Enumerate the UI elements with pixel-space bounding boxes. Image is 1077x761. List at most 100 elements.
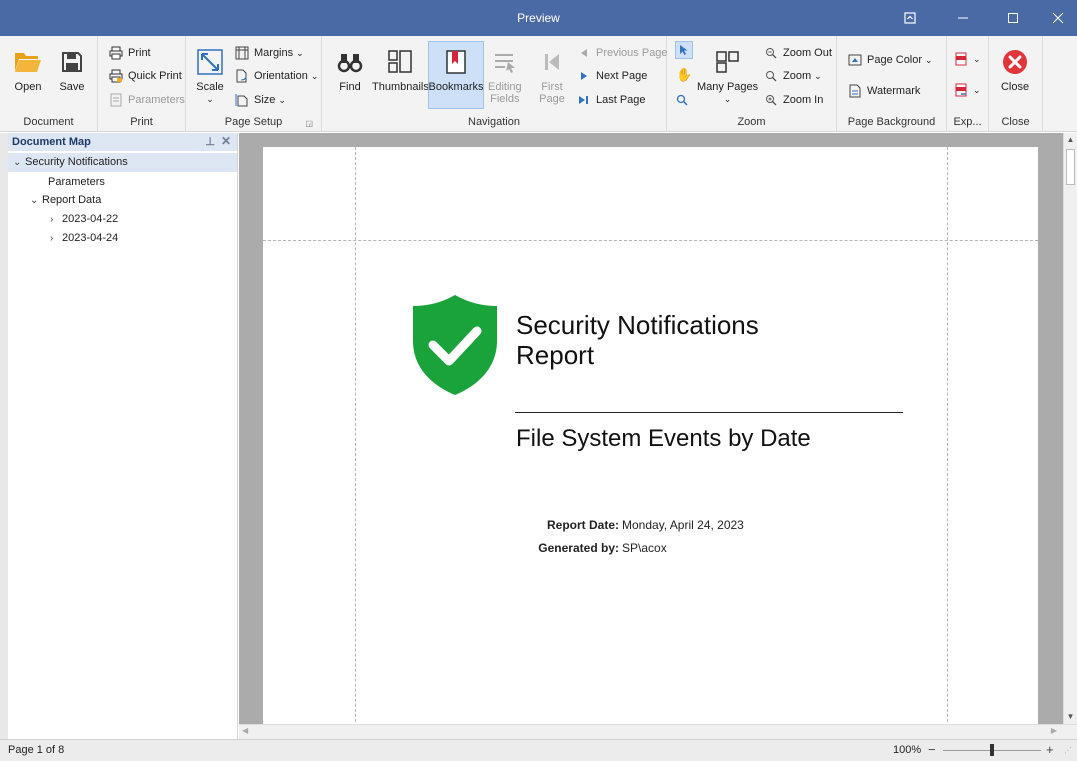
report-date-label: Report Date: — [546, 518, 619, 532]
tree-item-2023-04-22[interactable]: › 2023-04-22 — [50, 210, 118, 229]
zoom-in-button[interactable]: Zoom In — [763, 91, 823, 109]
ribbon-options-icon — [904, 12, 916, 24]
generated-by-label: Generated by: — [538, 541, 619, 555]
close-group: Close Close — [989, 36, 1043, 132]
page-color-button[interactable]: Page Color ⌄ — [847, 51, 933, 69]
export-group-label: Exp... — [953, 116, 982, 128]
zoom-in-label: Zoom In — [783, 94, 824, 106]
save-button[interactable]: Save — [56, 46, 88, 93]
tree-item-label: Security Notifications — [25, 156, 128, 168]
navigation-group: Find Thumbnails Bookmarks Editing Fields — [322, 36, 668, 132]
chevron-down-icon: ⌄ — [723, 94, 732, 104]
chevron-down-icon[interactable]: ⌄ — [30, 191, 42, 210]
dialog-launcher-icon[interactable]: ◲ — [305, 119, 313, 128]
chevron-right-icon[interactable]: › — [50, 229, 62, 248]
orientation-button[interactable]: Orientation ⌄ — [234, 67, 318, 85]
tree-item-security-notifications[interactable]: ⌄ Security Notifications — [8, 153, 237, 172]
export-button[interactable]: ⌄ — [953, 50, 981, 68]
ribbon-display-options-button[interactable] — [887, 0, 933, 36]
page-setup-group-label: Page Setup — [224, 116, 283, 128]
many-pages-button[interactable]: Many Pages ⌄ — [697, 46, 758, 105]
vertical-scrollbar[interactable]: ▲ ▼ — [1063, 133, 1077, 724]
chevron-down-icon: ⌄ — [310, 70, 319, 81]
vertical-scroll-thumb[interactable] — [1066, 149, 1075, 185]
maximize-button[interactable] — [990, 0, 1036, 36]
first-page-icon — [536, 46, 568, 78]
zoom-out-button[interactable]: Zoom Out — [763, 44, 832, 62]
magnifier-tool-button[interactable] — [676, 91, 688, 109]
size-button[interactable]: Size ⌄ — [234, 91, 286, 109]
margins-button[interactable]: Margins ⌄ — [234, 44, 304, 62]
zoom-label: Zoom — [783, 70, 812, 82]
previous-page-button[interactable]: Previous Page — [576, 44, 668, 62]
margin-guide-right — [947, 147, 948, 724]
left-edge-strip — [0, 133, 8, 739]
close-circle-icon — [999, 46, 1031, 78]
pointer-tool-button[interactable] — [675, 41, 693, 59]
page-setup-group: Scale ⌄ Margins ⌄ Orientation ⌄ Size ⌄ Page… — [186, 36, 322, 132]
first-page-button[interactable]: First Page — [536, 46, 568, 105]
document-group: Open Save Document — [0, 36, 98, 132]
binoculars-icon — [334, 46, 366, 78]
print-button[interactable]: Print — [108, 44, 151, 62]
thumbnails-icon — [384, 46, 416, 78]
page-color-icon — [847, 52, 863, 68]
margin-guide-left — [355, 147, 356, 724]
scroll-left-icon[interactable]: ◀ — [242, 726, 248, 735]
hand-tool-button[interactable]: ✋ — [676, 66, 692, 84]
page-background-group: Page Color ⌄ Watermark Page Background — [837, 36, 947, 132]
chevron-right-icon[interactable]: › — [50, 210, 62, 229]
magnifier-icon — [676, 94, 688, 106]
pin-icon[interactable]: ⊥ — [205, 135, 215, 148]
next-page-button[interactable]: Next Page — [576, 67, 647, 85]
parameters-icon — [108, 92, 124, 108]
bookmarks-label: Bookmarks — [428, 81, 484, 93]
report-date-value: Monday, April 24, 2023 — [622, 518, 744, 532]
minimize-button[interactable] — [940, 0, 986, 36]
tree-item-parameters[interactable]: Parameters — [48, 173, 105, 192]
editing-fields-icon — [489, 46, 521, 78]
open-button[interactable]: Open — [12, 46, 44, 93]
watermark-button[interactable]: Watermark — [847, 82, 920, 100]
zoom-slider-thumb[interactable] — [990, 744, 994, 756]
scroll-down-icon[interactable]: ▼ — [1065, 712, 1076, 722]
last-page-button[interactable]: Last Page — [576, 91, 646, 109]
watermark-icon — [847, 83, 863, 99]
report-title-line-2: Report — [516, 340, 595, 370]
close-group-label: Close — [1001, 116, 1030, 128]
parameters-button[interactable]: Parameters — [108, 91, 185, 109]
status-bar: Page 1 of 8 100% − + ⋰ — [0, 739, 1077, 761]
next-page-label: Next Page — [596, 70, 648, 82]
thumbnails-button[interactable]: Thumbnails — [372, 46, 429, 93]
zoom-in-slider-button[interactable]: + — [1046, 742, 1054, 757]
quick-print-button[interactable]: Quick Print — [108, 67, 182, 85]
close-preview-button[interactable]: Close — [999, 46, 1031, 93]
send-export-button[interactable]: ⌄ — [953, 81, 981, 99]
scale-button[interactable]: Scale ⌄ — [194, 46, 226, 105]
tree-item-label: Parameters — [48, 176, 105, 188]
resize-grip-icon[interactable]: ⋰ — [1064, 746, 1072, 755]
zoom-out-slider-button[interactable]: − — [928, 742, 936, 757]
preview-area[interactable]: Security Notifications Report File Syste… — [239, 133, 1063, 724]
maximize-icon — [1008, 13, 1018, 23]
tree-item-report-data[interactable]: ⌄ Report Data — [30, 191, 101, 210]
editing-fields-button[interactable]: Editing Fields — [488, 46, 522, 105]
bookmarks-button[interactable]: Bookmarks — [428, 41, 484, 109]
chevron-down-icon[interactable]: ⌄ — [13, 153, 25, 172]
close-icon[interactable]: ✕ — [221, 134, 231, 148]
scroll-right-icon[interactable]: ▶ — [1051, 726, 1057, 735]
horizontal-scrollbar[interactable]: ◀ ▶ — [239, 724, 1077, 739]
zoom-button[interactable]: Zoom ⌄ — [763, 67, 822, 85]
scroll-up-icon[interactable]: ▲ — [1065, 135, 1076, 145]
first-page-label-1: First — [541, 81, 563, 93]
page-color-label: Page Color — [867, 54, 923, 66]
find-label: Find — [339, 81, 361, 93]
report-subtitle: File System Events by Date — [516, 425, 811, 452]
navigation-group-label: Navigation — [468, 116, 520, 128]
zoom-out-icon — [763, 45, 779, 61]
editing-fields-label-1: Editing — [488, 81, 522, 93]
chevron-down-icon: ⌄ — [296, 47, 304, 58]
close-window-button[interactable] — [1035, 0, 1077, 36]
tree-item-2023-04-24[interactable]: › 2023-04-24 — [50, 229, 118, 248]
find-button[interactable]: Find — [334, 46, 366, 93]
